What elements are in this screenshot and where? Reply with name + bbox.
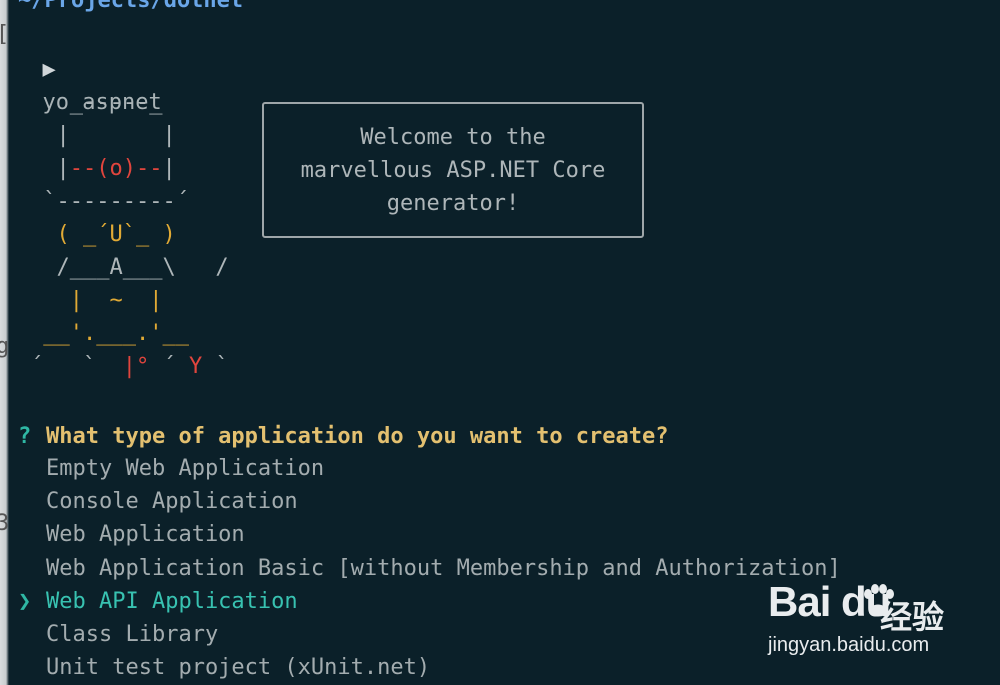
welcome-line: marvellous ASP.NET Core [300,157,606,183]
ascii-line: _-----_ [30,90,163,115]
ascii-line: __'.___.'__ [30,321,189,346]
ascii-line: | | [30,123,176,148]
question-mark-icon: ? [18,424,32,449]
ascii-line-goggles: |--(o)--| [30,156,176,181]
ascii-line: /___A___\ / [30,255,229,280]
option-empty-web-application[interactable]: Empty Web Application [18,452,841,485]
option-web-application-basic[interactable]: Web Application Basic [without Membershi… [18,552,841,585]
option-console-application[interactable]: Console Application [18,485,841,518]
prompt-arrow-icon: ▶ [42,57,56,82]
option-web-api-application[interactable]: ❯ Web API Application [18,585,841,618]
edge-glyph: g [0,334,10,359]
baidu-jingyan-watermark: Bai du 经验 jingyan.baidu.com [768,578,996,664]
ascii-line: | ~ | [30,288,163,313]
watermark-cn: 经验 [880,599,945,635]
welcome-line: generator! [386,190,520,216]
current-directory: ~/Projects/dotnet [18,0,244,13]
ascii-line: ( _´U`_ ) [30,222,176,247]
edge-glyph: 3 [0,511,10,536]
option-web-application[interactable]: Web Application [18,518,841,551]
watermark-url: jingyan.baidu.com [768,634,930,656]
question-text: What type of application do you want to … [46,424,669,449]
welcome-message-box: Welcome to the marvellous ASP.NET Core g… [262,102,644,238]
option-unit-test-project[interactable]: Unit test project (xUnit.net) [18,651,841,684]
edge-glyph: [ [0,22,9,47]
application-type-list[interactable]: Empty Web Application Console Applicatio… [18,452,841,684]
ascii-line: `---------´ [30,189,189,214]
ascii-line-feet: ´ ` |° ´ Y ` [30,354,229,379]
option-class-library[interactable]: Class Library [18,618,841,651]
selection-pointer-icon: ❯ [18,588,32,614]
welcome-line: Welcome to the [360,124,546,150]
